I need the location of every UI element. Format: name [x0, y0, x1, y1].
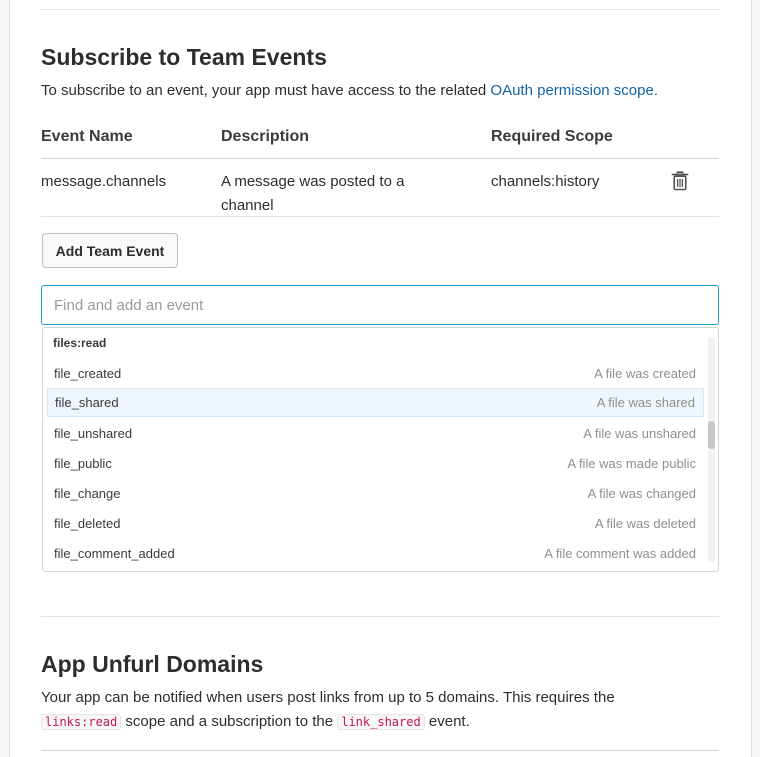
- option-name: file_public: [54, 456, 112, 471]
- section-divider: [41, 616, 719, 617]
- dropdown-scrollbar-thumb[interactable]: [708, 421, 715, 449]
- option-description: A file was changed: [587, 486, 696, 501]
- event-description: A message was posted to a channel: [221, 173, 405, 214]
- option-description: A file was made public: [567, 456, 696, 471]
- col-header-description: Description: [221, 128, 310, 145]
- option-name: file_deleted: [54, 516, 121, 531]
- add-team-event-button[interactable]: Add Team Event: [42, 233, 178, 268]
- team-events-description: To subscribe to an event, your app must …: [41, 79, 658, 103]
- unfurl-desc-line1: Your app can be notified when users post…: [41, 689, 615, 706]
- event-search-input[interactable]: [41, 285, 719, 325]
- option-file-public[interactable]: file_public A file was made public: [47, 449, 704, 478]
- links-read-code: links:read: [41, 714, 122, 730]
- option-file-change[interactable]: file_change A file was changed: [47, 479, 704, 508]
- trash-icon[interactable]: [671, 171, 689, 191]
- event-name-link[interactable]: message.channels: [41, 170, 166, 194]
- option-description: A file comment was added: [544, 546, 696, 561]
- option-file-deleted[interactable]: file_deleted A file was deleted: [47, 509, 704, 538]
- link-shared-code: link_shared: [337, 714, 425, 730]
- bottom-divider: [41, 750, 719, 751]
- option-file-comment-added[interactable]: file_comment_added A file comment was ad…: [47, 539, 704, 568]
- option-file-created[interactable]: file_created A file was created: [47, 359, 704, 388]
- option-name: file_shared: [55, 395, 119, 410]
- dropdown-group-label: files:read: [53, 336, 107, 350]
- col-header-event-name: Event Name: [41, 128, 133, 145]
- unfurl-mid-text: scope and a subscription to the: [121, 713, 338, 730]
- top-divider: [41, 9, 719, 10]
- oauth-scope-link[interactable]: OAuth permission scope.: [490, 82, 658, 99]
- table-header-divider: [41, 158, 719, 159]
- option-file-shared[interactable]: file_shared A file was shared: [47, 388, 704, 417]
- unfurl-desc-line2: links:read scope and a subscription to t…: [41, 710, 470, 734]
- unfurl-domains-title: App Unfurl Domains: [41, 651, 264, 677]
- option-description: A file was shared: [596, 395, 695, 410]
- team-events-desc-text: To subscribe to an event, your app must …: [41, 82, 491, 99]
- option-name: file_unshared: [54, 426, 133, 441]
- team-events-title: Subscribe to Team Events: [41, 44, 327, 70]
- option-file-unshared[interactable]: file_unshared A file was unshared: [47, 419, 704, 448]
- table-row-divider: [41, 216, 719, 217]
- option-description: A file was created: [594, 366, 696, 381]
- option-name: file_created: [54, 366, 122, 381]
- option-description: A file was deleted: [594, 516, 696, 531]
- event-dropdown: files:read file_created A file was creat…: [42, 327, 719, 572]
- option-name: file_change: [54, 486, 121, 501]
- event-required-scope: channels:history: [491, 173, 600, 190]
- option-name: file_comment_added: [54, 546, 175, 561]
- option-description: A file was unshared: [583, 426, 696, 441]
- unfurl-end-text: event.: [424, 713, 470, 730]
- col-header-required-scope: Required Scope: [491, 128, 613, 145]
- dropdown-scrollbar-track[interactable]: [708, 338, 715, 563]
